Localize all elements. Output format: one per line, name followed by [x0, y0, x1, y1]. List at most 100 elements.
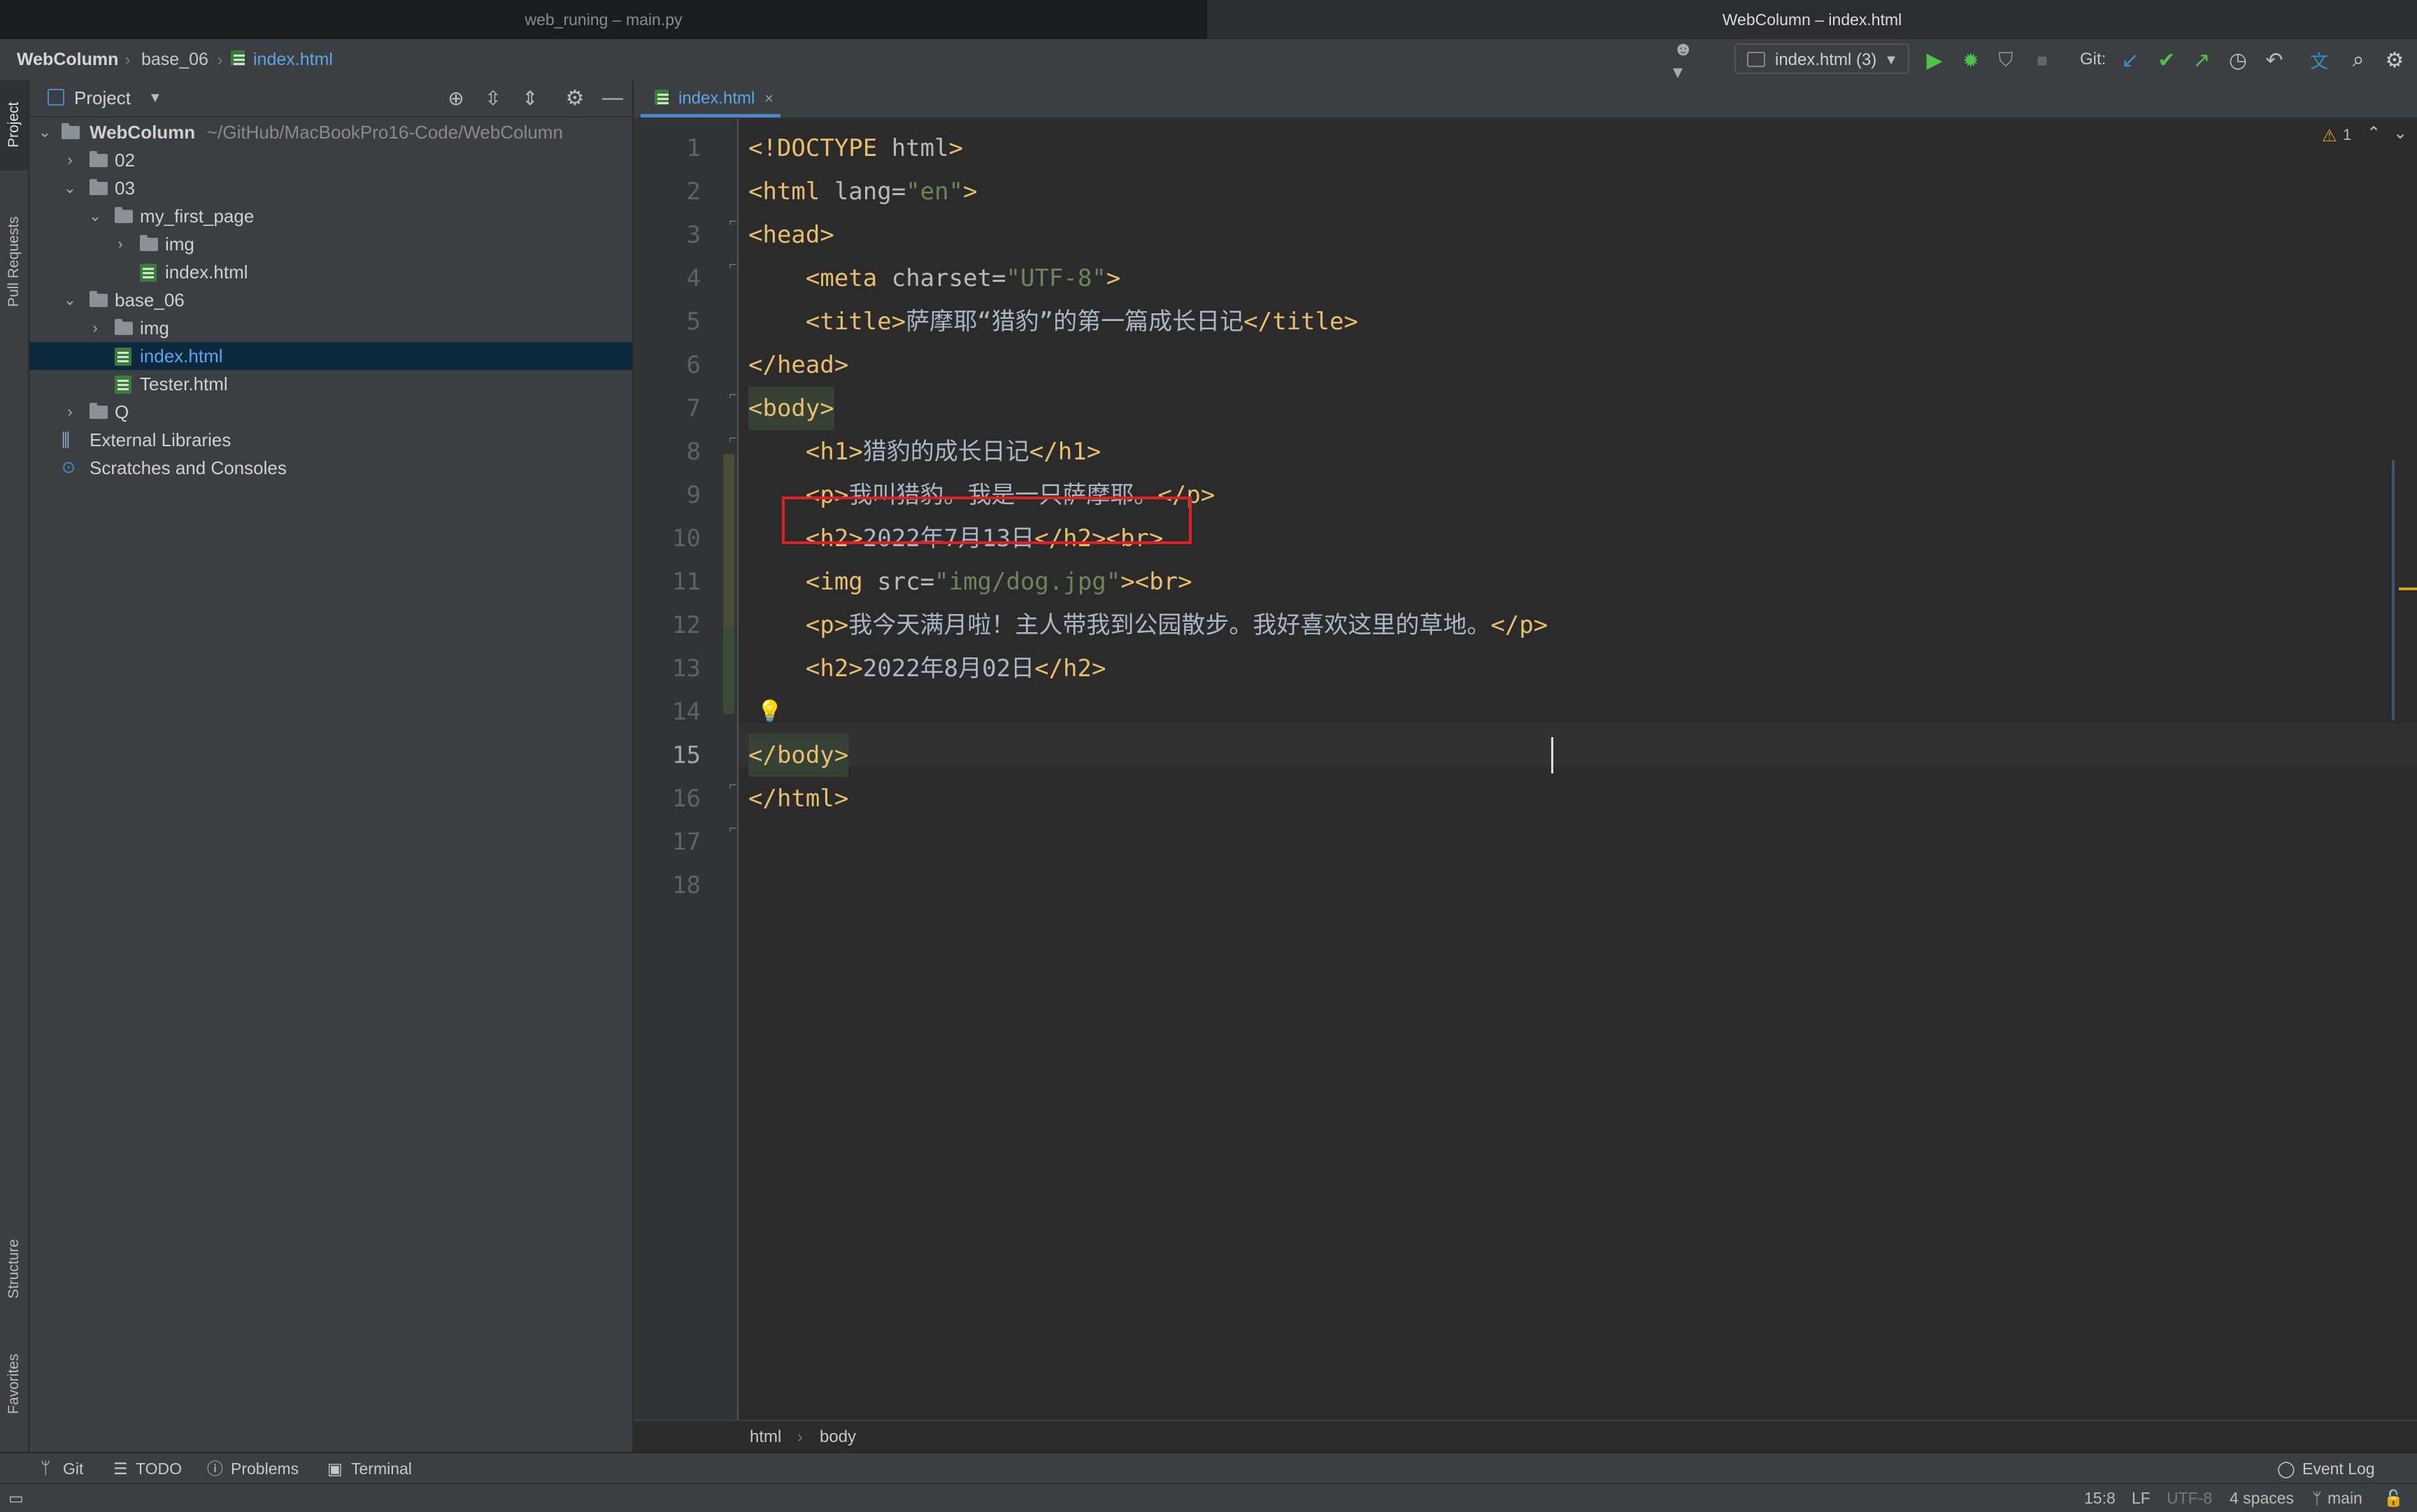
settings-icon[interactable]: ⚙	[2381, 46, 2409, 74]
code-line[interactable]: <p>我今天满月啦！主人带我到公园散步。我好喜欢这里的草地。</p>	[748, 604, 1548, 647]
chevron-right-icon[interactable]: ›	[62, 146, 78, 174]
window-tab-main-py[interactable]: web_runing – main.py	[0, 0, 1208, 39]
pull-requests-tool-button[interactable]: Pull Requests	[0, 192, 28, 331]
scrollbar-warning-marker[interactable]	[2399, 587, 2417, 590]
code-line[interactable]: </body>	[748, 734, 849, 777]
git-push-icon[interactable]: ↗	[2188, 46, 2216, 74]
translate-icon[interactable]: 文	[2305, 46, 2333, 74]
code-line[interactable]: <!DOCTYPE html>	[748, 127, 963, 170]
run-icon[interactable]: ▶	[1920, 46, 1948, 74]
breadcrumb-folder[interactable]: base_06	[141, 39, 208, 80]
todo-tool-button[interactable]: TODO	[136, 1453, 182, 1484]
code-line[interactable]: </head>	[748, 343, 848, 387]
git-branch-icon: ᛘ	[2312, 1489, 2322, 1507]
tree-label: 03	[115, 178, 135, 199]
tree-row-scratches[interactable]: ⊙ Scratches and Consoles	[29, 454, 632, 482]
breadcrumb-project[interactable]: WebColumn	[17, 39, 118, 80]
problems-tool-button[interactable]: Problems	[231, 1453, 299, 1484]
search-icon[interactable]: ⌕	[2344, 46, 2372, 74]
close-icon[interactable]: ×	[764, 80, 773, 117]
history-icon[interactable]: ◷	[2224, 46, 2252, 74]
chevron-down-icon[interactable]: ⌄	[62, 174, 78, 202]
structure-tool-button[interactable]: Structure	[0, 1227, 28, 1311]
stop-icon[interactable]: ■	[2028, 46, 2056, 74]
event-log-icon: ◯	[2277, 1460, 2295, 1478]
chevron-down-icon[interactable]: ⌄	[36, 118, 53, 146]
run-configuration-select[interactable]: index.html (3) ▼	[1734, 43, 1909, 74]
window-tab-index-html[interactable]: WebColumn – index.html	[1207, 0, 2417, 39]
tree-row-folder[interactable]: › Q	[29, 398, 632, 426]
git-branch[interactable]: main	[2327, 1484, 2362, 1512]
code-line[interactable]: <h1>猎豹的成长日记</h1>	[748, 430, 1101, 473]
chevron-right-icon[interactable]: ›	[62, 398, 78, 426]
tree-row-file[interactable]: index.html	[29, 258, 632, 286]
previous-highlight-icon[interactable]: ⌃	[2367, 123, 2381, 143]
lock-icon[interactable]: 🔓	[2383, 1484, 2404, 1512]
tree-row-folder[interactable]: ⌄ 03	[29, 174, 632, 202]
run-config-icon	[1747, 52, 1765, 67]
code-line[interactable]: <title>萨摩耶“猎豹”的第一篇成长日记</title>	[748, 300, 1358, 343]
folder-icon	[115, 319, 133, 335]
tree-row-libraries[interactable]: ⫼ External Libraries	[29, 426, 632, 454]
folder-icon	[62, 123, 80, 139]
user-icon[interactable]: ☻▾	[1673, 38, 1701, 83]
breadcrumb-separator: ›	[797, 1427, 803, 1446]
caret-position[interactable]: 15:8	[2084, 1484, 2116, 1512]
code-line[interactable]: <body>	[748, 387, 834, 430]
scratches-icon: ⊙	[62, 458, 76, 477]
git-update-icon[interactable]: ↙	[2116, 46, 2144, 74]
editor-breadcrumb-html[interactable]: html	[750, 1421, 781, 1453]
tree-label: External Libraries	[90, 429, 231, 450]
tree-row-folder[interactable]: › 02	[29, 146, 632, 174]
tree-row-folder[interactable]: › img	[29, 230, 632, 258]
toggle-tool-windows-icon[interactable]: ▭	[8, 1484, 24, 1512]
favorites-tool-button[interactable]: Favorites	[0, 1339, 28, 1429]
settings-icon[interactable]: ⚙	[561, 84, 589, 112]
tree-row-folder[interactable]: ⌄ my_first_page	[29, 202, 632, 230]
chevron-down-icon[interactable]: ▼	[148, 80, 162, 116]
chevron-right-icon[interactable]: ›	[87, 314, 104, 342]
minimize-icon[interactable]: —	[599, 84, 627, 112]
tree-row-folder[interactable]: ⌄ base_06	[29, 286, 632, 314]
chevron-right-icon[interactable]: ›	[112, 230, 129, 258]
scrollbar-track[interactable]	[2392, 460, 2395, 720]
collapse-all-icon[interactable]: ⇕	[516, 84, 544, 112]
chevron-down-icon[interactable]: ⌄	[62, 286, 78, 314]
code-line[interactable]: <meta charset="UTF-8">	[748, 257, 1120, 300]
code-line[interactable]: <head>	[748, 213, 834, 257]
code-line[interactable]: <h2>2022年8月02日</h2>	[748, 647, 1106, 690]
indent-setting[interactable]: 4 spaces	[2230, 1484, 2294, 1512]
code-line[interactable]: <html lang="en">	[748, 170, 978, 213]
terminal-tool-button[interactable]: Terminal	[351, 1453, 412, 1484]
editor-tab-label: index.html	[678, 89, 755, 108]
tree-row-root[interactable]: ⌄ WebColumn ~/GitHub/MacBookPro16-Code/W…	[29, 118, 632, 146]
line-separator[interactable]: LF	[2132, 1484, 2151, 1512]
coverage-icon[interactable]: ⛉	[1992, 46, 2020, 74]
highlight-box	[782, 497, 1192, 544]
locate-icon[interactable]: ⊕	[442, 84, 470, 112]
rollback-icon[interactable]: ↶	[2260, 46, 2288, 74]
git-commit-icon[interactable]: ✔	[2153, 46, 2181, 74]
editor-tab-index-html[interactable]: index.html ×	[641, 80, 780, 117]
project-panel-title[interactable]: Project	[74, 80, 131, 116]
project-tool-button[interactable]: Project	[0, 90, 28, 159]
warning-icon[interactable]: ⚠	[2322, 126, 2337, 146]
tree-row-file[interactable]: Tester.html	[29, 370, 632, 398]
git-branch-icon: ᛘ	[41, 1459, 51, 1478]
file-encoding[interactable]: UTF-8	[2167, 1484, 2212, 1512]
editor-breadcrumb-body[interactable]: body	[820, 1421, 856, 1453]
breadcrumb-file[interactable]: index.html	[253, 39, 333, 80]
git-tool-button[interactable]: Git	[63, 1453, 83, 1484]
next-highlight-icon[interactable]: ⌄	[2393, 123, 2407, 143]
code-editor[interactable]: <!DOCTYPE html> <html lang="en"> <head> …	[634, 119, 2417, 1420]
tree-row-folder[interactable]: › img	[29, 314, 632, 342]
code-line[interactable]: </html>	[748, 777, 848, 820]
debug-icon[interactable]: ✹	[1957, 46, 1985, 74]
editor-tab-bar: index.html ×	[634, 80, 2417, 119]
tree-row-file-selected[interactable]: index.html	[29, 342, 632, 370]
event-log-button[interactable]: Event Log	[2302, 1453, 2375, 1484]
lightbulb-icon[interactable]: 💡	[757, 699, 783, 724]
chevron-down-icon[interactable]: ⌄	[87, 202, 104, 230]
code-line[interactable]: <img src="img/dog.jpg"><br>	[748, 560, 1192, 604]
expand-all-icon[interactable]: ⇳	[479, 84, 507, 112]
